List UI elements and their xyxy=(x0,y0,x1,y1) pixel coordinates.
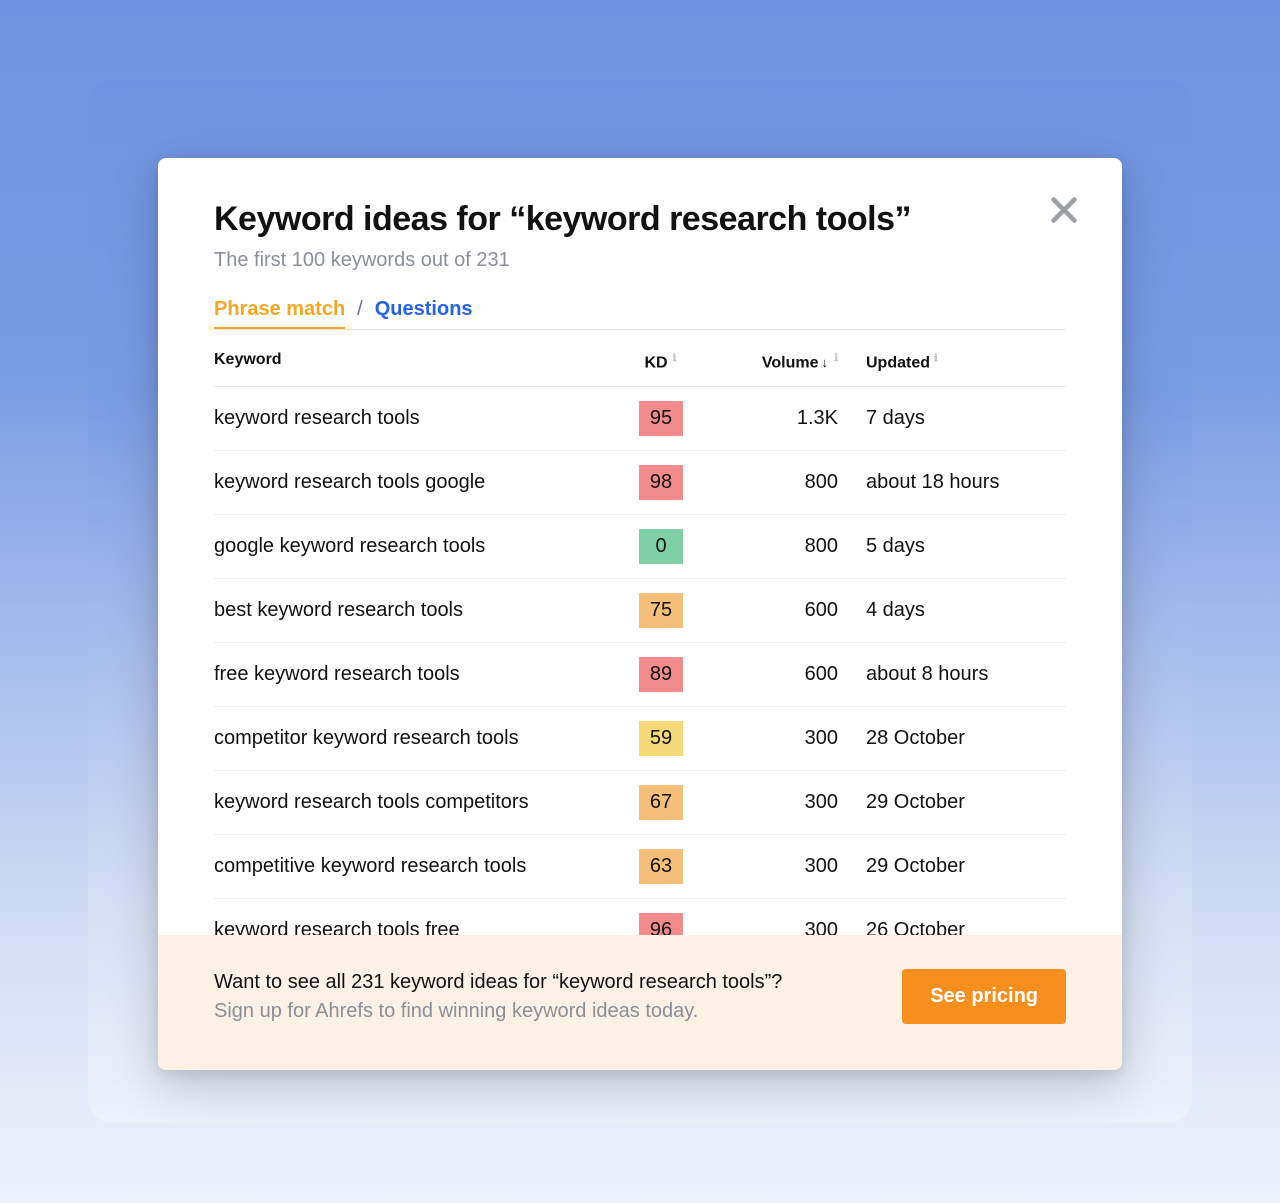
see-pricing-button[interactable]: See pricing xyxy=(902,969,1066,1024)
kd-cell: 0 xyxy=(606,514,716,578)
volume-cell: 1.3K xyxy=(716,386,866,450)
updated-cell: 26 October xyxy=(866,898,1066,935)
updated-cell: about 18 hours xyxy=(866,450,1066,514)
table-row[interactable]: keyword research tools free 96 30026 Octob… xyxy=(214,898,1066,935)
info-icon[interactable] xyxy=(672,348,678,354)
table-row[interactable]: competitive keyword research tools 63 3002… xyxy=(214,834,1066,898)
volume-cell: 300 xyxy=(716,706,866,770)
kd-badge: 0 xyxy=(639,529,683,564)
keyword-cell: competitive keyword research tools xyxy=(214,834,606,898)
upsell-text: Want to see all 231 keyword ideas for “k… xyxy=(214,971,878,1023)
kd-badge: 98 xyxy=(639,465,683,500)
volume-cell: 600 xyxy=(716,578,866,642)
volume-cell: 300 xyxy=(716,770,866,834)
keyword-cell: best keyword research tools xyxy=(214,578,606,642)
kd-cell: 96 xyxy=(606,898,716,935)
col-header-keyword[interactable]: Keyword xyxy=(214,329,606,386)
col-header-updated[interactable]: Updated xyxy=(866,329,1066,386)
modal-header: Keyword ideas for “keyword research tool… xyxy=(158,158,1122,329)
tab-phrase-match[interactable]: Phrase match xyxy=(214,298,345,329)
info-icon[interactable] xyxy=(832,348,838,354)
kd-badge: 95 xyxy=(639,401,683,436)
page-subtitle: The first 100 keywords out of 231 xyxy=(214,249,1066,272)
upsell-footer: Want to see all 231 keyword ideas for “k… xyxy=(158,935,1122,1070)
col-header-volume[interactable]: Volume↓ xyxy=(716,329,866,386)
close-icon[interactable] xyxy=(1046,192,1082,228)
keyword-cell: keyword research tools competitors xyxy=(214,770,606,834)
table-container: Keyword KD Volume↓ Updated keyword resea… xyxy=(158,329,1122,936)
kd-badge: 89 xyxy=(639,657,683,692)
kd-badge: 67 xyxy=(639,785,683,820)
keyword-cell: competitor keyword research tools xyxy=(214,706,606,770)
kd-cell: 67 xyxy=(606,770,716,834)
keyword-cell: keyword research tools google xyxy=(214,450,606,514)
kd-badge: 63 xyxy=(639,849,683,884)
table-row[interactable]: google keyword research tools 0 8005 days xyxy=(214,514,1066,578)
table-row[interactable]: keyword research tools google 98 800about … xyxy=(214,450,1066,514)
modal-card: Keyword ideas for “keyword research tool… xyxy=(158,158,1122,1070)
kd-cell: 59 xyxy=(606,706,716,770)
updated-cell: about 8 hours xyxy=(866,642,1066,706)
updated-cell: 29 October xyxy=(866,770,1066,834)
keyword-cell: free keyword research tools xyxy=(214,642,606,706)
volume-cell: 300 xyxy=(716,834,866,898)
outer-frame: Keyword ideas for “keyword research tool… xyxy=(88,80,1192,1123)
volume-cell: 300 xyxy=(716,898,866,935)
kd-badge: 96 xyxy=(639,913,683,935)
table-row[interactable]: free keyword research tools 89 600about 8 … xyxy=(214,642,1066,706)
volume-cell: 800 xyxy=(716,514,866,578)
keyword-cell: keyword research tools free xyxy=(214,898,606,935)
info-icon[interactable] xyxy=(934,348,940,354)
table-row[interactable]: best keyword research tools 75 6004 days xyxy=(214,578,1066,642)
keyword-cell: google keyword research tools xyxy=(214,514,606,578)
volume-cell: 800 xyxy=(716,450,866,514)
kd-cell: 89 xyxy=(606,642,716,706)
kd-badge: 59 xyxy=(639,721,683,756)
upsell-title: Want to see all 231 keyword ideas for “k… xyxy=(214,971,878,994)
kd-cell: 98 xyxy=(606,450,716,514)
col-header-kd[interactable]: KD xyxy=(606,329,716,386)
sort-down-icon: ↓ xyxy=(822,355,829,370)
updated-cell: 7 days xyxy=(866,386,1066,450)
table-row[interactable]: keyword research tools competitors 67 3002… xyxy=(214,770,1066,834)
tab-questions[interactable]: Questions xyxy=(375,298,473,321)
updated-cell: 28 October xyxy=(866,706,1066,770)
volume-cell: 600 xyxy=(716,642,866,706)
kd-cell: 63 xyxy=(606,834,716,898)
kd-cell: 75 xyxy=(606,578,716,642)
updated-cell: 4 days xyxy=(866,578,1066,642)
kd-badge: 75 xyxy=(639,593,683,628)
tab-separator: / xyxy=(357,298,363,321)
table-row[interactable]: keyword research tools 95 1.3K7 days xyxy=(214,386,1066,450)
page-title: Keyword ideas for “keyword research tool… xyxy=(214,198,1066,241)
upsell-subtitle: Sign up for Ahrefs to find winning keywo… xyxy=(214,1000,878,1023)
updated-cell: 29 October xyxy=(866,834,1066,898)
tabs: Phrase match / Questions xyxy=(214,298,1066,329)
table-row[interactable]: competitor keyword research tools 59 30028… xyxy=(214,706,1066,770)
keyword-cell: keyword research tools xyxy=(214,386,606,450)
updated-cell: 5 days xyxy=(866,514,1066,578)
kd-cell: 95 xyxy=(606,386,716,450)
keywords-table: Keyword KD Volume↓ Updated keyword resea… xyxy=(214,329,1066,936)
